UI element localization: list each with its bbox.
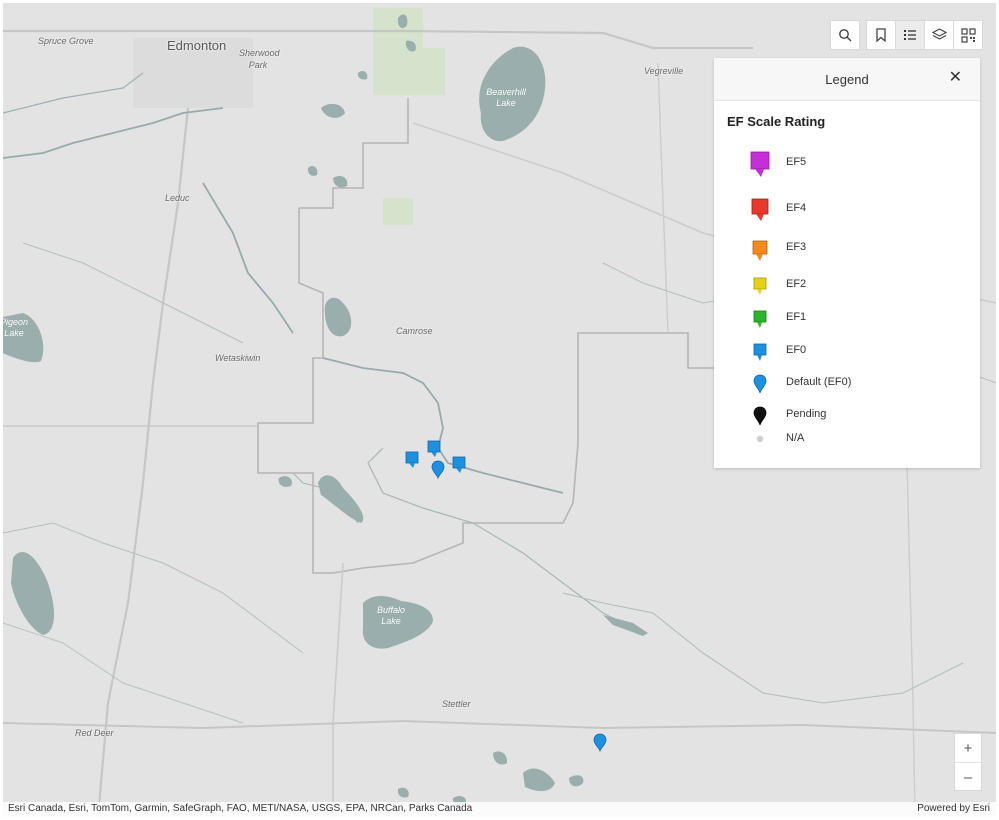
legend-item-ef5: EF5 [714, 150, 980, 177]
legend-item-ef0: EF0 [714, 341, 980, 367]
park-area [373, 8, 445, 95]
zoom-out-button[interactable]: – [955, 763, 981, 791]
boundary-line [299, 98, 409, 209]
qr-code-icon [960, 27, 976, 43]
place-label: Red Deer [75, 728, 114, 738]
na-dot-icon [756, 435, 764, 443]
ef5-marker-icon [750, 151, 770, 177]
lake [307, 165, 318, 176]
highway [96, 107, 190, 817]
tornado-marker-default[interactable] [428, 459, 448, 481]
place-label: Beaverhill Lake [486, 87, 526, 108]
legend-panel: Legend ✕ EF Scale Rating EF5 EF4 EF3 EF2… [714, 58, 980, 468]
map-view[interactable]: Spruce Grove Edmonton Sherwood Park Vegr… [3, 3, 996, 817]
attribution-text[interactable]: Esri Canada, Esri, TomTom, Garmin, SafeG… [8, 803, 472, 814]
search-icon [839, 29, 852, 42]
river [3, 107, 224, 159]
lake [493, 751, 508, 765]
river [22, 242, 244, 344]
ef0-marker-icon [753, 343, 767, 361]
place-label: Leduc [165, 193, 190, 203]
legend-label: EF5 [786, 156, 807, 168]
highway [332, 562, 344, 817]
lake [11, 552, 55, 635]
highway [657, 62, 669, 334]
lake [318, 475, 364, 523]
park-area [383, 198, 413, 225]
tornado-marker-ef0[interactable] [450, 455, 470, 477]
legend-item-ef2: EF2 [714, 275, 980, 301]
attribution-bar: Esri Canada, Esri, TomTom, Garmin, SafeG… [3, 802, 996, 817]
legend-label: EF2 [786, 278, 807, 290]
layers-icon [931, 28, 947, 40]
bookmarks-button[interactable] [866, 20, 896, 50]
place-label: Vegreville [644, 66, 684, 76]
zoom-control: + – [954, 733, 982, 791]
lake [321, 103, 345, 118]
tornado-marker-default[interactable] [590, 732, 610, 754]
legend-item-default: Default (EF0) [714, 372, 980, 398]
legend-label: EF0 [786, 344, 807, 356]
place-label: Camrose [396, 326, 433, 336]
tornado-marker-ef0[interactable] [425, 439, 445, 461]
river [3, 622, 244, 724]
bookmark-icon [876, 28, 886, 42]
lake [357, 70, 368, 80]
legend-list-icon [904, 30, 916, 40]
river [3, 72, 144, 114]
lake [523, 768, 555, 792]
default-marker-icon [753, 374, 767, 394]
close-icon[interactable]: ✕ [949, 69, 962, 87]
legend-item-ef1: EF1 [714, 308, 980, 334]
lake [278, 476, 292, 487]
legend-header: Legend ✕ [714, 58, 980, 101]
place-label: Spruce Grove [38, 36, 94, 46]
legend-item-na: N/A [714, 430, 980, 456]
lake [324, 297, 352, 337]
legend-button[interactable] [895, 20, 925, 50]
legend-item-ef4: EF4 [714, 196, 980, 222]
legend-item-pending: Pending [714, 404, 980, 430]
lake [569, 775, 584, 787]
ef1-marker-icon [753, 310, 767, 328]
legend-section-title: EF Scale Rating [727, 114, 826, 129]
ef2-marker-icon [753, 277, 767, 295]
layers-button[interactable] [924, 20, 954, 50]
highway [3, 719, 996, 734]
place-label: Sherwood Park [239, 48, 280, 70]
place-label: Edmonton [167, 38, 227, 53]
legend-label: N/A [786, 432, 805, 444]
tornado-marker-ef0[interactable] [403, 450, 423, 472]
qr-code-button[interactable] [953, 20, 983, 50]
ef4-marker-icon [751, 198, 769, 221]
legend-item-ef3: EF3 [714, 238, 980, 264]
place-label: Wetaskiwin [215, 353, 261, 363]
river [202, 182, 294, 334]
lake [397, 14, 408, 29]
lake [333, 175, 348, 188]
legend-label: EF3 [786, 241, 807, 253]
legend-label: Pending [786, 408, 827, 420]
legend-label: EF4 [786, 202, 807, 214]
legend-label: EF1 [786, 311, 807, 323]
legend-label: Default (EF0) [786, 376, 852, 388]
lake [603, 615, 648, 636]
river [562, 592, 964, 704]
zoom-in-button[interactable]: + [955, 734, 981, 763]
ef3-marker-icon [752, 240, 768, 261]
place-label: Pigeon Lake [3, 317, 29, 338]
place-label: Stettler [442, 699, 471, 709]
powered-by-link[interactable]: Powered by Esri [917, 803, 990, 814]
place-label: Buffalo Lake [376, 605, 406, 626]
legend-title: Legend [825, 72, 869, 87]
lake [397, 787, 409, 798]
search-button[interactable] [830, 20, 860, 50]
